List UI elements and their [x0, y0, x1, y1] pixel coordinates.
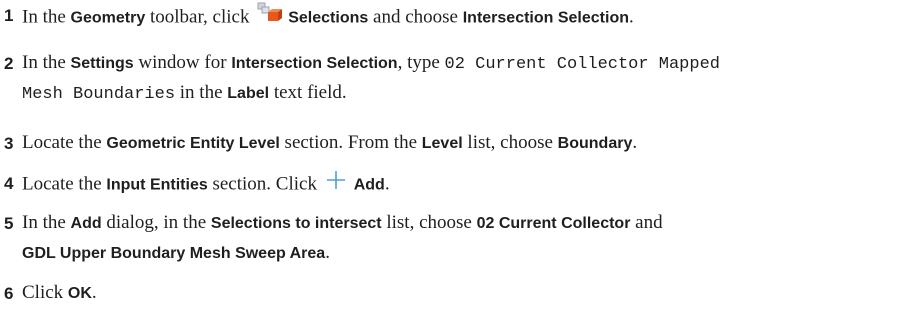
ui-current-collector: 02 Current Collector: [476, 215, 631, 232]
ui-ok: OK: [67, 285, 92, 302]
step-number: 5: [4, 214, 14, 233]
step-text: In the Geometry toolbar, click Selection…: [22, 1, 634, 32]
ui-boundary: Boundary: [557, 135, 633, 152]
step-number: 6: [4, 284, 14, 303]
selections-icon: [256, 1, 283, 29]
step-text: Locate the Input Entities section. Click…: [22, 170, 390, 198]
plus-icon: [326, 170, 346, 196]
step-number: 1: [4, 6, 14, 25]
ui-selections-to-intersect: Selections to intersect: [210, 215, 382, 232]
ui-geometric-entity-level: Geometric Entity Level: [106, 135, 280, 152]
ui-intersection-selection: Intersection Selection: [231, 55, 398, 72]
ui-geometry-toolbar: Geometry: [70, 9, 146, 27]
label-value-line-2: Mesh Boundaries: [22, 85, 176, 104]
step-number: 4: [4, 174, 14, 193]
ui-label: Label: [227, 85, 270, 102]
step-2: 2 In the Settings window for Intersectio…: [0, 52, 909, 114]
step-text-continued: GDL Upper Boundary Mesh Sweep Area.: [22, 242, 330, 263]
step-text: Locate the Geometric Entity Level sectio…: [22, 132, 638, 153]
ui-intersection-selection: Intersection Selection: [462, 9, 629, 27]
ui-input-entities: Input Entities: [106, 176, 208, 194]
ui-add: Add: [353, 176, 385, 194]
ui-add-dialog: Add: [70, 215, 102, 232]
label-value-line-1: 02 Current Collector Mapped: [444, 55, 720, 74]
step-6: 6 Click OK.: [0, 282, 909, 312]
ui-selections: Selections: [288, 9, 369, 27]
step-5: 5 In the Add dialog, in the Selections t…: [0, 212, 909, 274]
step-text: In the Add dialog, in the Selections to …: [22, 212, 663, 233]
step-1: 1 In the Geometry toolbar, click Selecti…: [0, 1, 909, 34]
step-4: 4 Locate the Input Entities section. Cli…: [0, 170, 909, 202]
step-number: 2: [4, 54, 14, 73]
ui-level: Level: [421, 135, 463, 152]
step-text: In the Settings window for Intersection …: [22, 52, 720, 74]
step-number: 3: [4, 134, 14, 153]
step-text-continued: Mesh Boundaries in the Label text field.: [22, 82, 347, 104]
step-3: 3 Locate the Geometric Entity Level sect…: [0, 132, 909, 162]
instruction-document: 1 In the Geometry toolbar, click Selecti…: [0, 0, 909, 313]
ui-gdl-upper-boundary: GDL Upper Boundary Mesh Sweep Area: [22, 245, 326, 262]
ui-settings: Settings: [70, 55, 134, 72]
step-text: Click OK.: [22, 282, 97, 303]
